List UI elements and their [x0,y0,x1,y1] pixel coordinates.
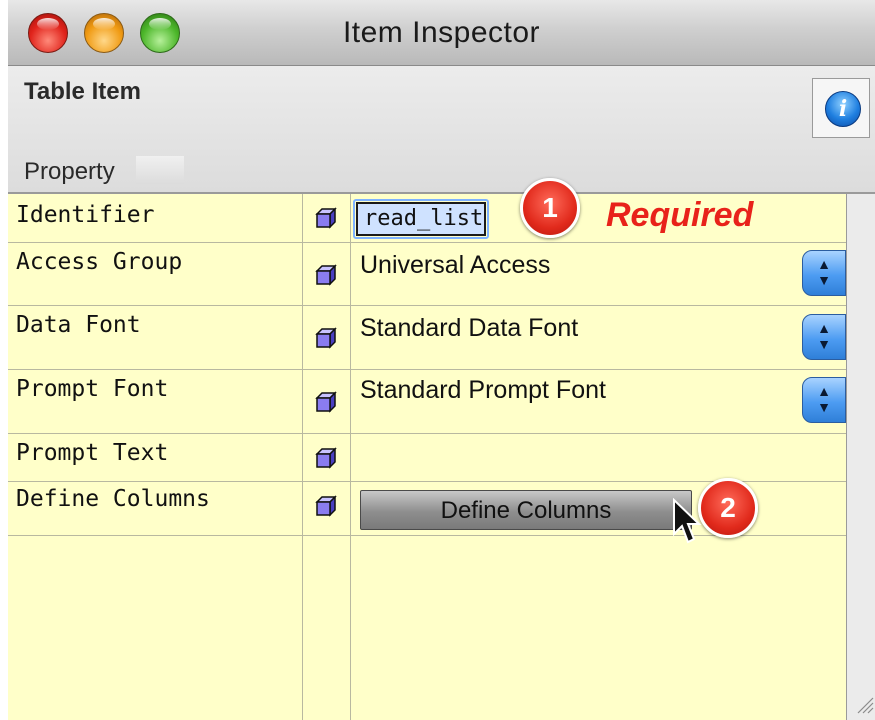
data-font-value[interactable]: Standard Data Font [360,314,578,343]
mouse-pointer-icon [673,498,702,544]
scroll-gutter[interactable] [846,194,875,720]
inspector-header: Table Item i Property [8,66,875,194]
property-grid: Identifier read_list 1 Required Access G… [8,178,846,720]
property-label: Define Columns [16,486,210,512]
property-row-access-group[interactable]: Access Group Universal Access ▲ ▼ [8,243,846,306]
cube-icon[interactable] [314,390,338,414]
cube-icon[interactable] [314,206,338,230]
stepper-arrows-icon: ▲ ▼ [817,383,831,415]
callout-badge-1: 1 [520,178,580,238]
info-icon: i [825,91,861,127]
cube-icon[interactable] [314,446,338,470]
property-label: Access Group [16,249,183,275]
property-label: Prompt Text [16,440,169,466]
callout-badge-2: 2 [698,478,758,538]
property-row-data-font[interactable]: Data Font Standard Data Font ▲ ▼ [8,306,846,370]
stepper-arrows-icon: ▲ ▼ [817,320,831,352]
title-bar[interactable]: Item Inspector [8,0,875,66]
info-button[interactable]: i [812,78,870,138]
cube-icon[interactable] [314,326,338,350]
property-label: Identifier [16,202,155,228]
define-columns-button[interactable]: Define Columns [360,490,692,530]
item-type-label: Table Item [24,78,141,105]
data-font-popup-button[interactable]: ▲ ▼ [802,314,846,360]
window-title: Item Inspector [342,16,541,49]
property-row-prompt-font[interactable]: Prompt Font Standard Prompt Font ▲ ▼ [8,370,846,434]
item-inspector-window: Item Inspector Table Item i Property Ide… [8,0,875,720]
prompt-font-popup-button[interactable]: ▲ ▼ [802,377,846,423]
cube-icon[interactable] [314,494,338,518]
access-group-popup-button[interactable]: ▲ ▼ [802,250,846,296]
required-label: Required [606,196,754,234]
cube-icon[interactable] [314,263,338,287]
property-row-identifier[interactable]: Identifier read_list 1 Required [8,178,846,243]
property-column-header[interactable]: Property [24,158,115,186]
resize-grip-icon[interactable] [854,694,874,714]
property-row-prompt-text[interactable]: Prompt Text [8,434,846,482]
column-header-divider [136,156,184,184]
property-label: Prompt Font [16,376,169,402]
stepper-arrows-icon: ▲ ▼ [817,256,831,288]
property-label: Data Font [16,312,141,338]
property-row-define-columns[interactable]: Define Columns Define Columns 2 [8,478,846,538]
identifier-field[interactable]: read_list [356,202,486,236]
prompt-font-value[interactable]: Standard Prompt Font [360,376,606,405]
access-group-value[interactable]: Universal Access [360,251,550,280]
